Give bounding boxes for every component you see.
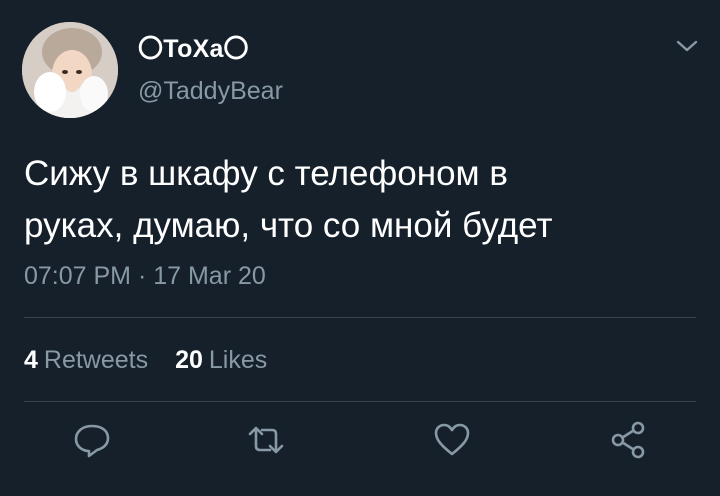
retweets-count: 4 [24,346,38,374]
tweet-timestamp[interactable]: 07:07 PM · 17 Mar 20 [24,258,266,294]
author-names: 〇ТоХа〇 @TaddyBear [138,32,283,108]
divider [24,401,696,402]
avatar[interactable] [22,22,118,118]
tweet-actions [0,418,720,468]
author-display-name[interactable]: 〇ТоХа〇 [138,32,283,66]
divider [24,317,696,318]
chevron-down-icon[interactable] [674,36,700,56]
reply-icon[interactable] [70,418,114,462]
retweets-label: Retweets [43,346,149,374]
avatar-photo [22,22,118,118]
tweet-header: 〇ТоХа〇 @TaddyBear [22,22,700,118]
likes-stat[interactable]: 20 Likes [175,342,267,378]
retweet-icon[interactable] [244,418,288,462]
share-icon[interactable] [606,418,650,462]
likes-label: Likes [208,346,268,374]
tweet-stats: 4 Retweets 20 Likes [24,342,287,378]
likes-count: 20 [175,346,203,374]
author-handle[interactable]: @TaddyBear [138,74,283,108]
tweet-text: Сижу в шкафу с телефоном в руках, думаю,… [24,154,553,245]
retweets-stat[interactable]: 4 Retweets [24,342,148,378]
like-icon[interactable] [430,418,474,462]
